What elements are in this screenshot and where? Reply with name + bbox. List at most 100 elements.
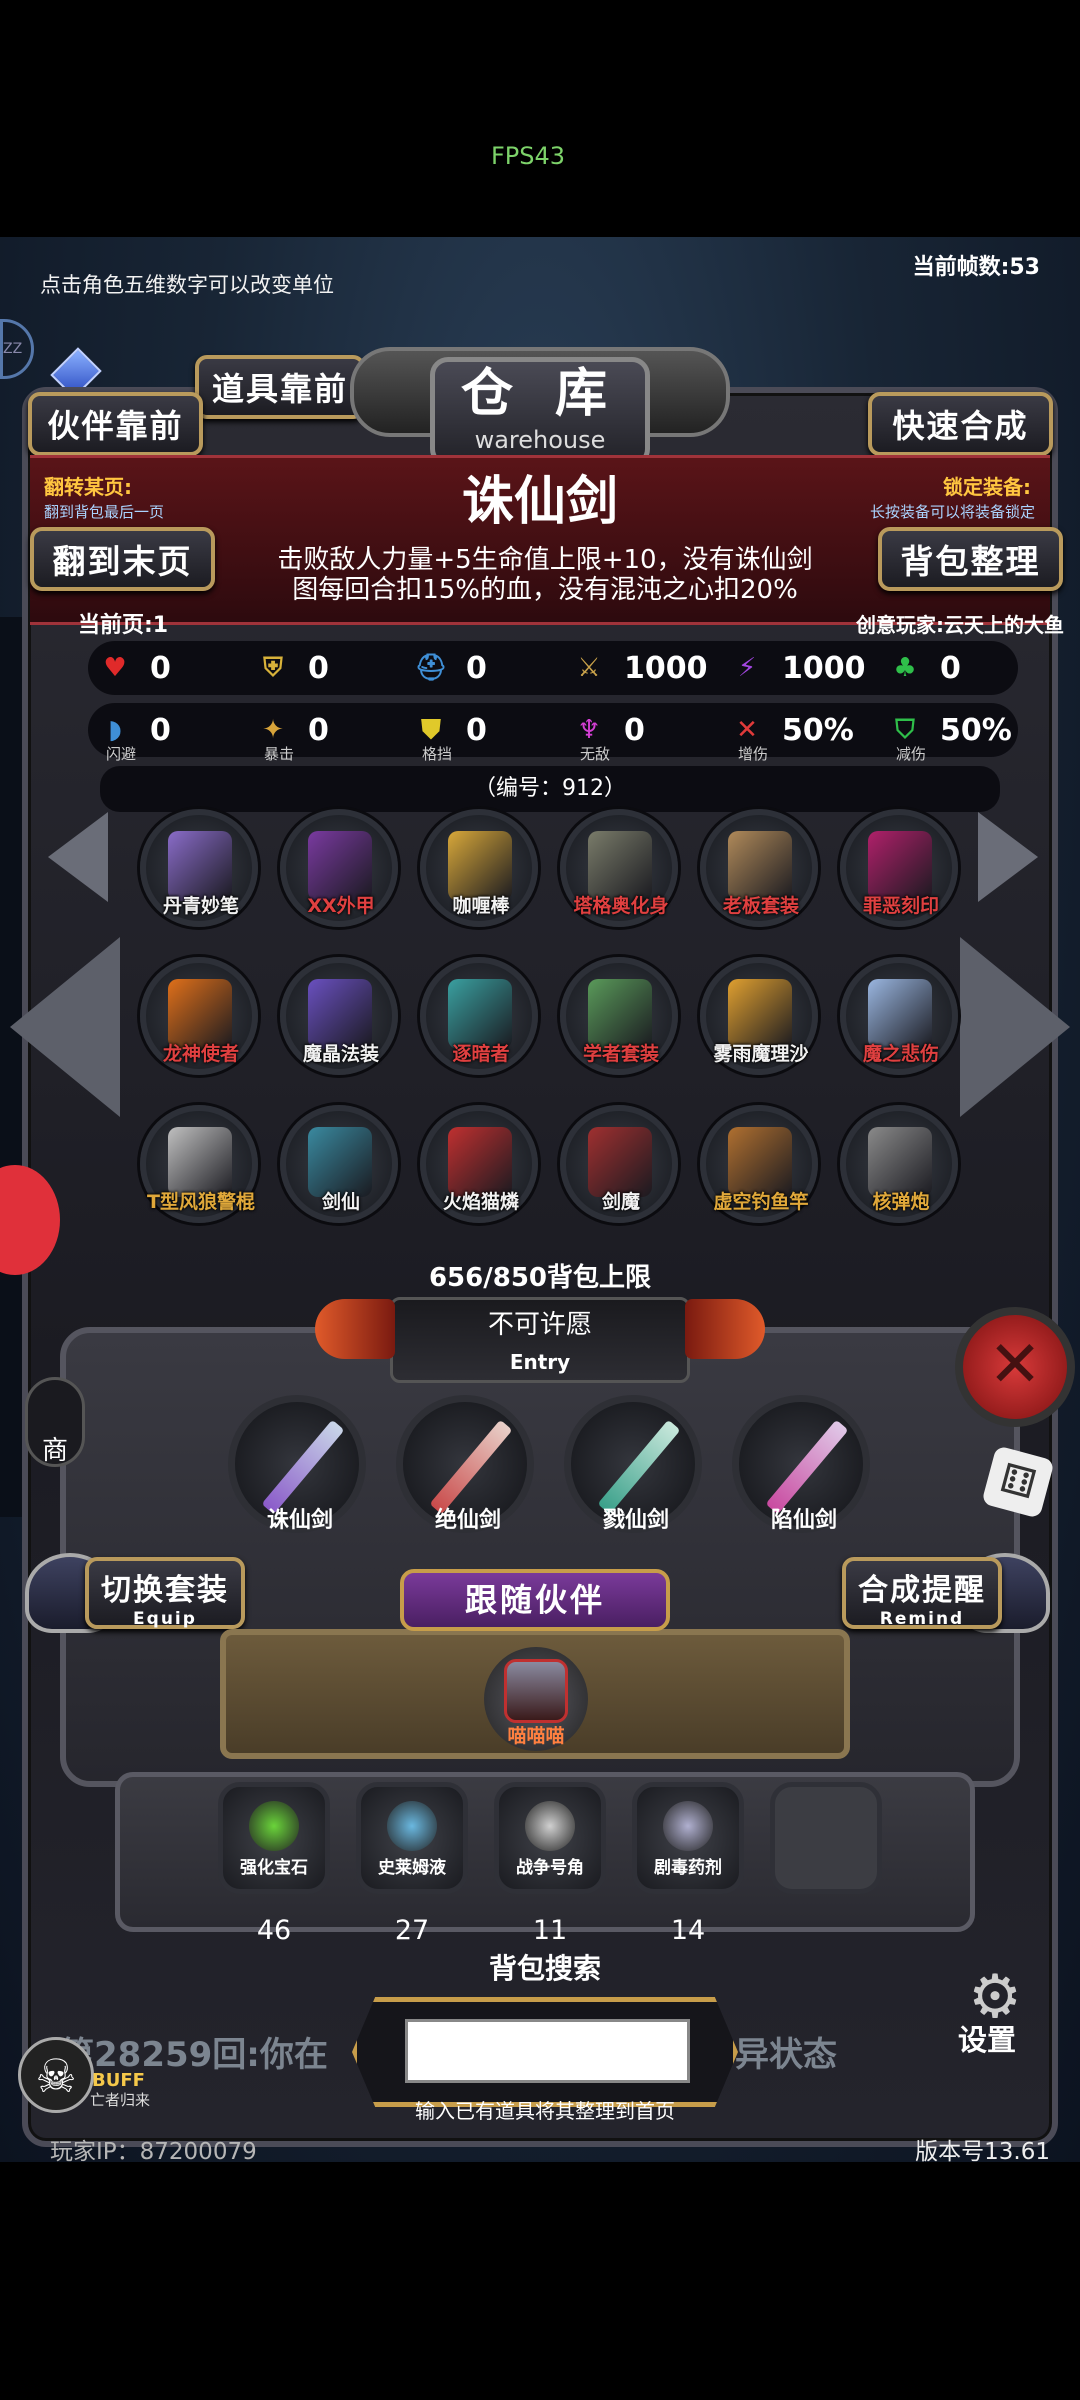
synth-remind-button[interactable]: 合成提醒 Remind xyxy=(842,1557,1002,1629)
inventory-slot[interactable]: T型风狼警棍 xyxy=(140,1105,258,1223)
stat-defense[interactable]: ⛑ 0 xyxy=(406,641,486,695)
search-hint: 输入已有道具将其整理到首页 xyxy=(415,2099,675,2123)
flip-label: 翻转某页: xyxy=(44,475,132,499)
inventory-slot[interactable]: 剑魔 xyxy=(560,1105,678,1223)
inventory-slot[interactable]: 核弹炮 xyxy=(840,1105,958,1223)
current-page: 当前页:1 xyxy=(78,613,169,638)
entry-title: 不可许愿 xyxy=(487,1310,592,1340)
settings-label[interactable]: 设置 xyxy=(958,2017,1016,2059)
entry-box: 不可许愿 Entry xyxy=(390,1297,690,1383)
helmet-icon: ⛑ xyxy=(414,653,448,683)
screen: FPS43 点击角色五维数字可以改变单位 当前帧数:53 ZZ 道具靠前 伙伴靠… xyxy=(0,0,1080,2400)
consumable-art-icon xyxy=(249,1801,299,1851)
battle-log: 第28259回:你在 xyxy=(60,2035,328,2075)
desc-line-1: 击败敌人力量+5生命值上限+10，没有诛仙剑 xyxy=(277,545,813,575)
inventory-slot[interactable]: 丹青妙笔 xyxy=(140,809,258,927)
inventory-slot[interactable]: 雾雨魔理沙 xyxy=(700,957,818,1075)
partner-front-button[interactable]: 伙伴靠前 xyxy=(28,392,203,456)
inventory-slot[interactable]: 剑仙 xyxy=(280,1105,398,1223)
sword-icon xyxy=(429,1419,513,1515)
consumable-art-icon xyxy=(525,1801,575,1851)
stats-row-2: ◗ 0 闪避 ✦ 0 暴击 ⛊ 0 格挡 ♆ 0 无敌 ✕ 50% 增伤 ⛉ 50% 减伤 xyxy=(88,703,1018,764)
flip-to-last-button[interactable]: 翻到末页 xyxy=(30,527,215,591)
inventory-slot[interactable]: 老板套装 xyxy=(700,809,818,927)
side-tab-icon[interactable]: ZZ xyxy=(0,319,34,379)
stat-damage-reduce[interactable]: ⛉ 50% 减伤 xyxy=(880,703,1012,764)
sword-icon: ⚔ xyxy=(577,653,601,683)
next-page-arrow-icon[interactable] xyxy=(960,937,1070,1117)
stat-crit[interactable]: ✦ 0 暴击 xyxy=(248,703,329,764)
clover-icon: ♣ xyxy=(893,653,917,683)
stat-block[interactable]: ⛊ 0 格挡 xyxy=(406,703,487,764)
inventory-slot[interactable]: 塔格奥化身 xyxy=(560,809,678,927)
item-description: 击败敌人力量+5生命值上限+10，没有诛仙剑 图每回合扣15%的血，没有混沌之心… xyxy=(250,545,840,605)
title-cn: 仓 库 xyxy=(460,364,620,424)
search-label: 背包搜索 xyxy=(488,1952,601,1985)
stat-luck[interactable]: ♣ 0 xyxy=(880,641,961,695)
stat-invincible[interactable]: ♆ 0 无敌 xyxy=(564,703,645,764)
sword-slot[interactable]: 绝仙剑 xyxy=(396,1395,534,1533)
stat-attack[interactable]: ⚔ 1000 xyxy=(564,641,707,695)
sword-slot[interactable]: 陷仙剑 xyxy=(732,1395,870,1533)
sword-icon xyxy=(765,1419,849,1515)
consumable-slot[interactable]: 战争号角 11 xyxy=(494,1782,606,1946)
inventory-slot[interactable]: 火焰猫燐 xyxy=(420,1105,538,1223)
consumable-art-icon xyxy=(663,1801,713,1851)
player-ip: 玩家IP：87200079 xyxy=(50,2139,257,2162)
follow-partner-ribbon: 跟随伙伴 xyxy=(400,1569,670,1631)
creator: 创意玩家:云天上的大鱼 xyxy=(856,613,1064,637)
consumable-slot-empty[interactable] xyxy=(770,1782,882,1894)
inventory-slot[interactable]: 魔晶法装 xyxy=(280,957,398,1075)
lock-sub: 长按装备可以将装备锁定 xyxy=(870,503,1036,521)
unit-hint: 点击角色五维数字可以改变单位 xyxy=(40,273,334,297)
inventory-slot[interactable]: XX外甲 xyxy=(280,809,398,927)
bag-capacity: 656/850背包上限 xyxy=(428,1263,652,1293)
inventory-slot[interactable]: 龙神使者 xyxy=(140,957,258,1075)
consumable-slot[interactable]: 史莱姆液 27 xyxy=(356,1782,468,1946)
bag-sort-button[interactable]: 背包整理 xyxy=(878,527,1063,591)
stat-magic[interactable]: ⚡ 1000 xyxy=(722,641,866,695)
fps-counter: FPS43 xyxy=(490,142,566,170)
heart-icon: ♥ xyxy=(103,653,127,683)
inventory-slot[interactable]: 魔之悲伤 xyxy=(840,957,958,1075)
buff-sub: 亡者归来 xyxy=(90,2091,151,2109)
inventory-slot[interactable]: 学者套装 xyxy=(560,957,678,1075)
inventory-slot[interactable]: 罪恶刻印 xyxy=(840,809,958,927)
consumable-art-icon xyxy=(387,1801,437,1851)
game-view: 点击角色五维数字可以改变单位 当前帧数:53 ZZ 道具靠前 伙伴靠前 快速合成… xyxy=(0,237,1080,2162)
prev-row-arrow-icon[interactable] xyxy=(48,812,108,902)
item-id: （编号：912） xyxy=(100,766,1000,812)
search-input[interactable] xyxy=(405,2019,690,2083)
sword-slot[interactable]: 诛仙剑 xyxy=(228,1395,366,1533)
shop-button[interactable]: 商 xyxy=(25,1377,85,1467)
consumable-slot[interactable]: 剧毒药剂 14 xyxy=(632,1782,744,1946)
desc-line-2: 图每回合扣15%的血，没有混沌之心扣20% xyxy=(292,575,798,605)
stat-damage-up[interactable]: ✕ 50% 增伤 xyxy=(722,703,854,764)
stat-hp[interactable]: ♥ 0 xyxy=(90,641,171,695)
entry-sub: Entry xyxy=(509,1350,571,1374)
sword-slot[interactable]: 戮仙剑 xyxy=(564,1395,702,1533)
partner-slot[interactable]: 喵喵喵 xyxy=(484,1647,588,1751)
inventory-slot[interactable]: 虚空钓鱼竿 xyxy=(700,1105,818,1223)
skull-buff-icon[interactable]: ☠ xyxy=(18,2037,94,2113)
quick-synth-button[interactable]: 快速合成 xyxy=(868,392,1053,456)
stat-armor[interactable]: ⛨ 0 xyxy=(248,641,329,695)
buff-label: BUFF xyxy=(92,2070,145,2091)
lock-label: 锁定装备: xyxy=(943,475,1031,499)
flame-wing-right-icon xyxy=(685,1299,765,1359)
sword-icon xyxy=(597,1419,681,1515)
stat-dodge[interactable]: ◗ 0 闪避 xyxy=(90,703,171,764)
armor-icon: ⛨ xyxy=(263,652,283,683)
inventory-slot[interactable]: 咖喱棒 xyxy=(420,809,538,927)
close-button-icon[interactable]: ✕ xyxy=(955,1307,1075,1427)
item-name: 诛仙剑 xyxy=(461,472,618,532)
next-row-arrow-icon[interactable] xyxy=(978,812,1038,902)
flip-sub: 翻到背包最后一页 xyxy=(44,503,165,521)
prev-page-arrow-icon[interactable] xyxy=(10,937,120,1117)
partner-cat-icon xyxy=(504,1659,568,1723)
consumable-slot[interactable]: 强化宝石 46 xyxy=(218,1782,330,1946)
inventory-slot[interactable]: 逐暗者 xyxy=(420,957,538,1075)
items-front-button[interactable]: 道具靠前 xyxy=(195,355,365,419)
switch-equip-button[interactable]: 切换套装 Equip xyxy=(85,1557,245,1629)
title-en: warehouse xyxy=(474,426,606,454)
